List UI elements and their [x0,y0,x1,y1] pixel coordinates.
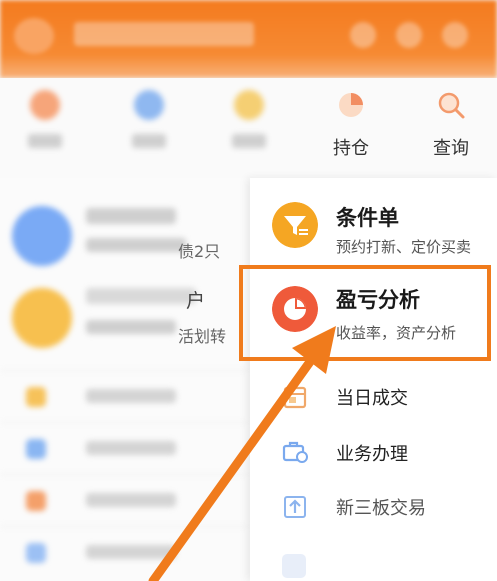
quick-access-bar: 持仓 查询 [0,78,497,179]
menu-item-subtitle: 预约打新、定价买卖 [336,238,472,256]
debt-peek-text: 债2只 [178,242,221,261]
account-meta-blurred [86,238,186,252]
menu-item-label: 业务办理 [336,444,408,465]
quick-item-label: 持仓 [333,138,369,159]
list-item[interactable] [0,370,250,423]
account-meta-blurred [86,320,176,334]
position-icon [339,93,363,117]
list-item[interactable] [0,526,250,579]
briefcase-icon [282,441,308,463]
quick-item-blurred-1[interactable] [10,90,80,148]
account-avatar [12,288,72,348]
calendar-icon [283,386,307,409]
quick-item-query[interactable]: 查询 [416,90,486,160]
menu-item-label: 新三板交易 [336,498,426,519]
avatar[interactable] [14,18,54,54]
menu-item-condition-order[interactable]: 条件单 预约打新、定价买卖 [250,178,497,264]
header-title-blurred [74,22,254,46]
menu-item-partial[interactable] [250,546,497,581]
account-avatar [12,206,72,266]
account-peek-text: 户 [186,290,206,312]
quick-item-blurred-2[interactable] [114,90,184,148]
menu-item-label: 当日成交 [336,388,408,409]
quick-item-label: 查询 [433,138,469,159]
popup-menu: 条件单 预约打新、定价买卖 盈亏分析 收益率，资产分析 当日成交 业务办理 新三… [250,178,497,581]
upload-icon [284,496,306,518]
menu-item-today-deals[interactable]: 当日成交 [250,370,497,426]
search-icon[interactable] [350,22,376,48]
account-list: 债2只 户 活划转 [0,178,250,581]
quick-item-position[interactable]: 持仓 [316,90,386,160]
transfer-peek-text: 活划转 [178,327,227,346]
app-header [0,0,497,78]
search-icon [438,92,465,119]
menu-item-new-third-board[interactable]: 新三板交易 [250,484,497,540]
menu-icon[interactable] [442,22,468,48]
partial-icon [282,554,306,578]
account-name-blurred [86,208,176,224]
quick-item-blurred-3[interactable] [214,90,284,148]
funnel-icon [272,202,318,248]
list-item[interactable] [0,422,250,475]
list-item[interactable] [0,474,250,527]
menu-item-title: 条件单 [336,206,399,230]
highlight-box [239,265,491,361]
message-icon[interactable] [396,22,422,48]
menu-item-business[interactable]: 业务办理 [250,428,497,484]
account-name-blurred [86,288,196,304]
